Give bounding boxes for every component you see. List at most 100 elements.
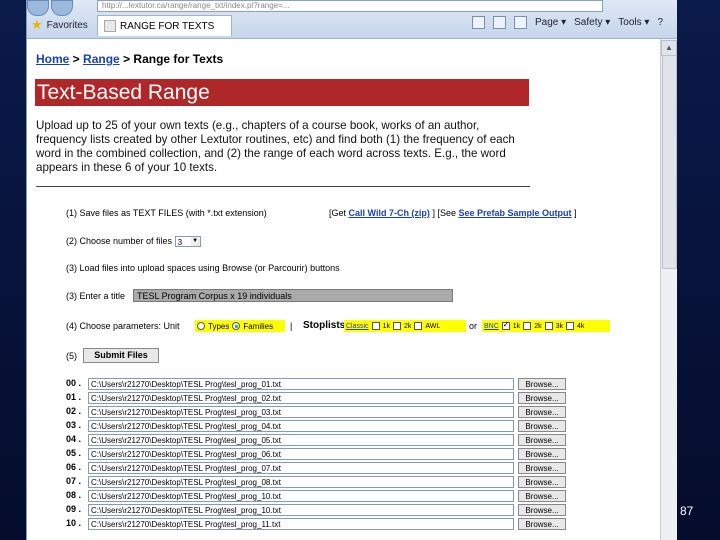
file-upload-row: 05 . C:\Users\r21270\Desktop\TESL Prog\t… [66,448,586,461]
file-path-input[interactable]: C:\Users\r21270\Desktop\TESL Prog\tesl_p… [88,406,514,418]
bnc-1k-checkbox[interactable] [501,320,510,330]
tab-title: RANGE FOR TEXTS [120,20,215,32]
file-path-input[interactable]: C:\Users\r21270\Desktop\TESL Prog\tesl_p… [88,462,514,474]
step2-text: (2) Choose number of files [66,236,173,246]
scrollbar-thumb[interactable] [662,55,677,269]
browse-button[interactable]: Browse... [518,448,566,460]
breadcrumb-range-link[interactable]: Range [83,52,120,66]
description: Upload up to 25 of your own texts (e.g.,… [36,119,515,174]
file-number: 05 . [66,448,82,458]
get-call-wild-link[interactable]: Call Wild 7-Ch (zip) [349,208,430,218]
file-upload-row: 03 . C:\Users\r21270\Desktop\TESL Prog\t… [66,420,586,433]
divider [36,186,530,187]
file-number: 10 . [66,518,82,528]
tools-menu[interactable]: Tools ▾ [618,17,649,28]
address-bar[interactable]: http://...lextutor.ca/range/range_txt/in… [97,0,603,12]
command-bar: Page ▾ Safety ▾ Tools ▾ ? [471,16,663,29]
param-separator: | [290,321,293,331]
browse-button[interactable]: Browse... [518,420,566,432]
classic-awl-label: AWL [425,322,441,330]
page-menu[interactable]: Page ▾ [535,17,566,28]
classic-2k-checkbox[interactable] [392,322,401,330]
file-path-input[interactable]: C:\Users\r21270\Desktop\TESL Prog\tesl_p… [88,490,514,502]
file-path-input[interactable]: C:\Users\r21270\Desktop\TESL Prog\tesl_p… [88,504,514,516]
unit-types-label: Types [208,321,230,331]
select-value: 3 [177,238,183,248]
file-upload-row: 02 . C:\Users\r21270\Desktop\TESL Prog\t… [66,406,586,419]
submit-files-button[interactable]: Submit Files [83,348,159,363]
home-icon[interactable] [471,16,485,29]
bnc-4k-label: 4k [577,322,585,330]
bnc-4k-checkbox[interactable] [566,322,574,330]
browse-button[interactable]: Browse... [518,462,566,474]
forward-button[interactable] [51,0,73,16]
browse-button[interactable]: Browse... [518,378,566,390]
step-parameters: (4) Choose parameters: Unit [66,321,180,331]
classic-1k-checkbox[interactable] [371,322,380,330]
classic-stoplist-options: Classic 1k 2k AWL [344,320,466,332]
see-sample-output-link[interactable]: See Prefab Sample Output [458,208,571,218]
page-icon [104,20,116,32]
tab-range-for-texts[interactable]: RANGE FOR TEXTS [97,15,232,36]
bracket-text: ] [571,208,577,218]
classic-2k-label: 2k [403,322,412,330]
or-text: or [469,321,478,331]
file-path-input[interactable]: C:\Users\r21270\Desktop\TESL Prog\tesl_p… [88,434,514,446]
classic-link[interactable]: Classic [346,323,369,330]
back-button[interactable] [27,0,49,16]
file-number: 04 . [66,434,82,444]
file-upload-row: 06 . C:\Users\r21270\Desktop\TESL Prog\t… [66,462,586,475]
step-submit: (5) [66,351,77,361]
unit-families-radio[interactable] [232,322,241,330]
file-path-input[interactable]: C:\Users\r21270\Desktop\TESL Prog\tesl_p… [88,476,514,488]
feeds-icon[interactable] [492,16,506,29]
breadcrumb-home-link[interactable]: Home [36,52,69,66]
help-menu[interactable]: ? [657,17,663,28]
number-of-files-select[interactable]: 3 ▼ [174,236,201,248]
file-path-input[interactable]: C:\Users\r21270\Desktop\TESL Prog\tesl_p… [88,448,514,460]
browse-button[interactable]: Browse... [518,392,566,404]
file-number: 09 . [66,504,82,514]
file-upload-row: 00 . C:\Users\r21270\Desktop\TESL Prog\t… [66,378,586,391]
unit-options: Types Families [195,320,285,332]
favorites-button[interactable]: ★ Favorites [31,16,88,34]
step1-text: (1) Save files as TEXT FILES (with *.txt… [66,208,267,218]
file-upload-row: 01 . C:\Users\r21270\Desktop\TESL Prog\t… [66,392,586,405]
stoplists-label: Stoplists [303,320,346,331]
title-input[interactable]: TESL Program Corpus x 19 individuals [133,289,453,302]
browse-button[interactable]: Browse... [518,490,566,502]
file-path-input[interactable]: C:\Users\r21270\Desktop\TESL Prog\tesl_p… [88,392,514,404]
file-number: 08 . [66,490,82,500]
star-icon: ★ [31,17,43,32]
browse-button[interactable]: Browse... [518,434,566,446]
file-number: 06 . [66,462,82,472]
bracket-text: [Get [329,208,349,218]
classic-awl-checkbox[interactable] [414,322,423,330]
file-number: 02 . [66,406,82,416]
bnc-3k-label: 3k [555,322,563,330]
bracket-text: ] [See [429,208,459,218]
bnc-2k-checkbox[interactable] [523,322,532,330]
file-number: 07 . [66,476,82,486]
step-enter-title: (3) Enter a title [66,291,126,301]
browse-button[interactable]: Browse... [518,406,566,418]
file-number: 00 . [66,378,82,388]
page-title: Text-Based Range [35,79,529,106]
print-icon[interactable] [513,16,527,29]
bnc-stoplist-options: BNC 1k 2k 3k 4k [482,320,610,332]
browser-toolbar: http://...lextutor.ca/range/range_txt/in… [27,0,677,39]
safety-menu[interactable]: Safety ▾ [574,17,610,28]
browse-button[interactable]: Browse... [518,476,566,488]
browse-button[interactable]: Browse... [518,518,566,530]
scroll-up-icon[interactable]: ▲ [661,40,677,56]
vertical-scrollbar[interactable]: ▲ [660,39,677,540]
bnc-link[interactable]: BNC [484,323,499,330]
browse-button[interactable]: Browse... [518,504,566,516]
bnc-3k-checkbox[interactable] [544,322,553,330]
file-upload-row: 08 . C:\Users\r21270\Desktop\TESL Prog\t… [66,490,586,503]
file-path-input[interactable]: C:\Users\r21270\Desktop\TESL Prog\tesl_p… [88,518,514,530]
breadcrumb-current: Range for Texts [133,52,224,66]
unit-types-radio[interactable] [197,322,205,330]
file-path-input[interactable]: C:\Users\r21270\Desktop\TESL Prog\tesl_p… [88,420,514,432]
file-path-input[interactable]: C:\Users\r21270\Desktop\TESL Prog\tesl_p… [88,378,514,390]
